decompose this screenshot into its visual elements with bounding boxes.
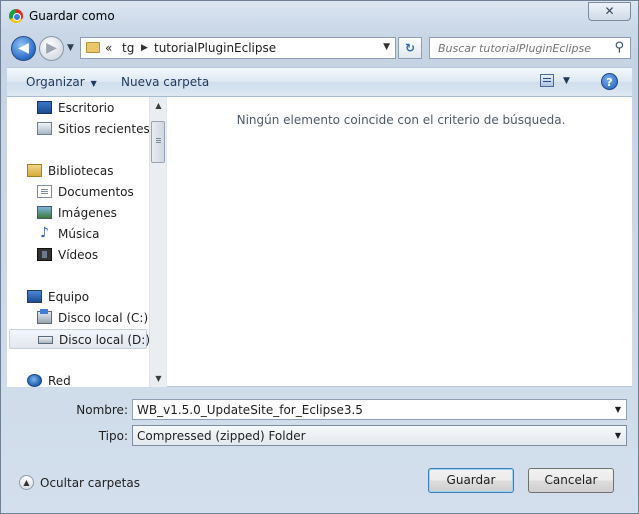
desktop-icon	[37, 101, 52, 114]
pictures-icon	[37, 206, 52, 219]
organize-label: Organizar	[26, 75, 85, 89]
sidebar-item-computer[interactable]: Equipo	[27, 287, 147, 307]
search-icon[interactable]: ⚲	[614, 40, 624, 55]
computer-icon	[27, 290, 42, 303]
breadcrumb-overflow[interactable]: «	[105, 41, 112, 55]
forward-button[interactable]: ▶	[39, 36, 64, 61]
filename-label: Nombre:	[76, 403, 128, 417]
music-icon: ♪	[40, 225, 49, 241]
breadcrumb-tg[interactable]: tg	[122, 41, 134, 55]
chevron-down-icon[interactable]: ▼	[615, 405, 621, 414]
sidebar-item-music[interactable]: ♪ Música	[37, 224, 147, 244]
chevron-down-icon[interactable]: ▼	[615, 431, 621, 440]
videos-icon	[37, 248, 52, 261]
save-as-dialog: Guardar como ✕ ◀ ▶ ▼ « tg ▶ tutorialPlug…	[0, 0, 639, 514]
sidebar-item-label: Red	[48, 374, 71, 388]
chevron-down-icon: ▼	[90, 79, 97, 88]
help-button[interactable]: ?	[601, 73, 618, 90]
sidebar-item-documents[interactable]: Documentos	[37, 182, 147, 202]
sidebar-item-label: Vídeos	[58, 248, 99, 262]
chevron-down-icon[interactable]: ▼	[563, 76, 570, 86]
hide-folders-label: Ocultar carpetas	[40, 476, 140, 490]
command-bar: Organizar ▼ Nueva carpeta ▼ ?	[7, 67, 632, 97]
dialog-title: Guardar como	[29, 9, 115, 23]
chevron-right-icon[interactable]: ▶	[141, 43, 148, 53]
empty-results-message: Ningún elemento coincide con el criterio…	[236, 113, 566, 127]
save-button[interactable]: Guardar	[428, 468, 514, 493]
sidebar-item-label: Documentos	[58, 185, 134, 199]
search-box[interactable]: ⚲	[429, 37, 631, 59]
sidebar-item-videos[interactable]: Vídeos	[37, 245, 147, 265]
sidebar-item-label: Sitios recientes	[58, 122, 150, 136]
drive-c-icon	[37, 309, 52, 324]
sidebar-item-label: Bibliotecas	[48, 164, 114, 178]
sidebar-item-label: Imágenes	[58, 206, 117, 220]
views-icon[interactable]	[540, 74, 554, 87]
recent-places-icon	[37, 122, 52, 135]
sidebar-item-recent-places[interactable]: Sitios recientes	[37, 119, 150, 139]
sidebar-item-label: Disco local (C:)	[58, 311, 149, 325]
scroll-up-icon[interactable]: ▲	[150, 97, 167, 114]
sidebar-item-label: Música	[58, 227, 100, 241]
sidebar-item-label: Escritorio	[58, 101, 115, 115]
chevron-down-icon[interactable]: ▼	[383, 42, 390, 52]
chrome-icon	[9, 9, 23, 23]
sidebar-item-label: Equipo	[48, 290, 90, 304]
search-input[interactable]	[430, 38, 610, 58]
cancel-button[interactable]: Cancelar	[528, 468, 614, 493]
filetype-label: Tipo:	[98, 429, 128, 443]
chevron-up-icon: ▲	[19, 475, 34, 490]
filename-field[interactable]: ▼	[132, 399, 627, 420]
scroll-down-icon[interactable]: ▼	[150, 370, 167, 387]
sidebar-item-libraries[interactable]: Bibliotecas	[27, 161, 147, 181]
documents-icon	[37, 185, 52, 198]
title-bar: Guardar como ✕	[1, 1, 638, 31]
scroll-thumb[interactable]	[151, 121, 165, 163]
sidebar-item-network[interactable]: Red	[27, 371, 147, 391]
content-area: Escritorio Sitios recientes Bibliotecas …	[7, 97, 632, 388]
sidebar-item-pictures[interactable]: Imágenes	[37, 203, 147, 223]
filetype-value: Compressed (zipped) Folder	[137, 429, 306, 443]
sidebar-scrollbar[interactable]: ▲ ▼	[149, 97, 166, 387]
recent-locations-dropdown[interactable]: ▼	[67, 43, 77, 53]
drive-d-icon	[38, 336, 53, 344]
close-button[interactable]: ✕	[588, 2, 631, 21]
filename-input[interactable]	[133, 400, 608, 419]
new-folder-button[interactable]: Nueva carpeta	[121, 75, 209, 89]
filetype-select[interactable]: Compressed (zipped) Folder ▼	[132, 425, 627, 446]
sidebar-item-label: Disco local (D:)	[59, 333, 151, 347]
folder-icon	[86, 42, 100, 53]
breadcrumb-current[interactable]: tutorialPluginEclipse	[154, 41, 276, 55]
network-icon	[27, 374, 42, 387]
sidebar-item-desktop[interactable]: Escritorio	[37, 98, 147, 118]
back-button[interactable]: ◀	[11, 36, 36, 61]
refresh-button[interactable]: ↻	[398, 37, 422, 59]
organize-button[interactable]: Organizar ▼	[26, 75, 97, 89]
sidebar-item-drive-c[interactable]: Disco local (C:)	[37, 308, 149, 328]
sidebar-item-drive-d[interactable]: Disco local (D:)	[9, 329, 151, 349]
libraries-icon	[27, 164, 42, 177]
address-bar[interactable]: « tg ▶ tutorialPluginEclipse ▼	[80, 37, 396, 59]
navigation-pane: Escritorio Sitios recientes Bibliotecas …	[7, 97, 167, 388]
